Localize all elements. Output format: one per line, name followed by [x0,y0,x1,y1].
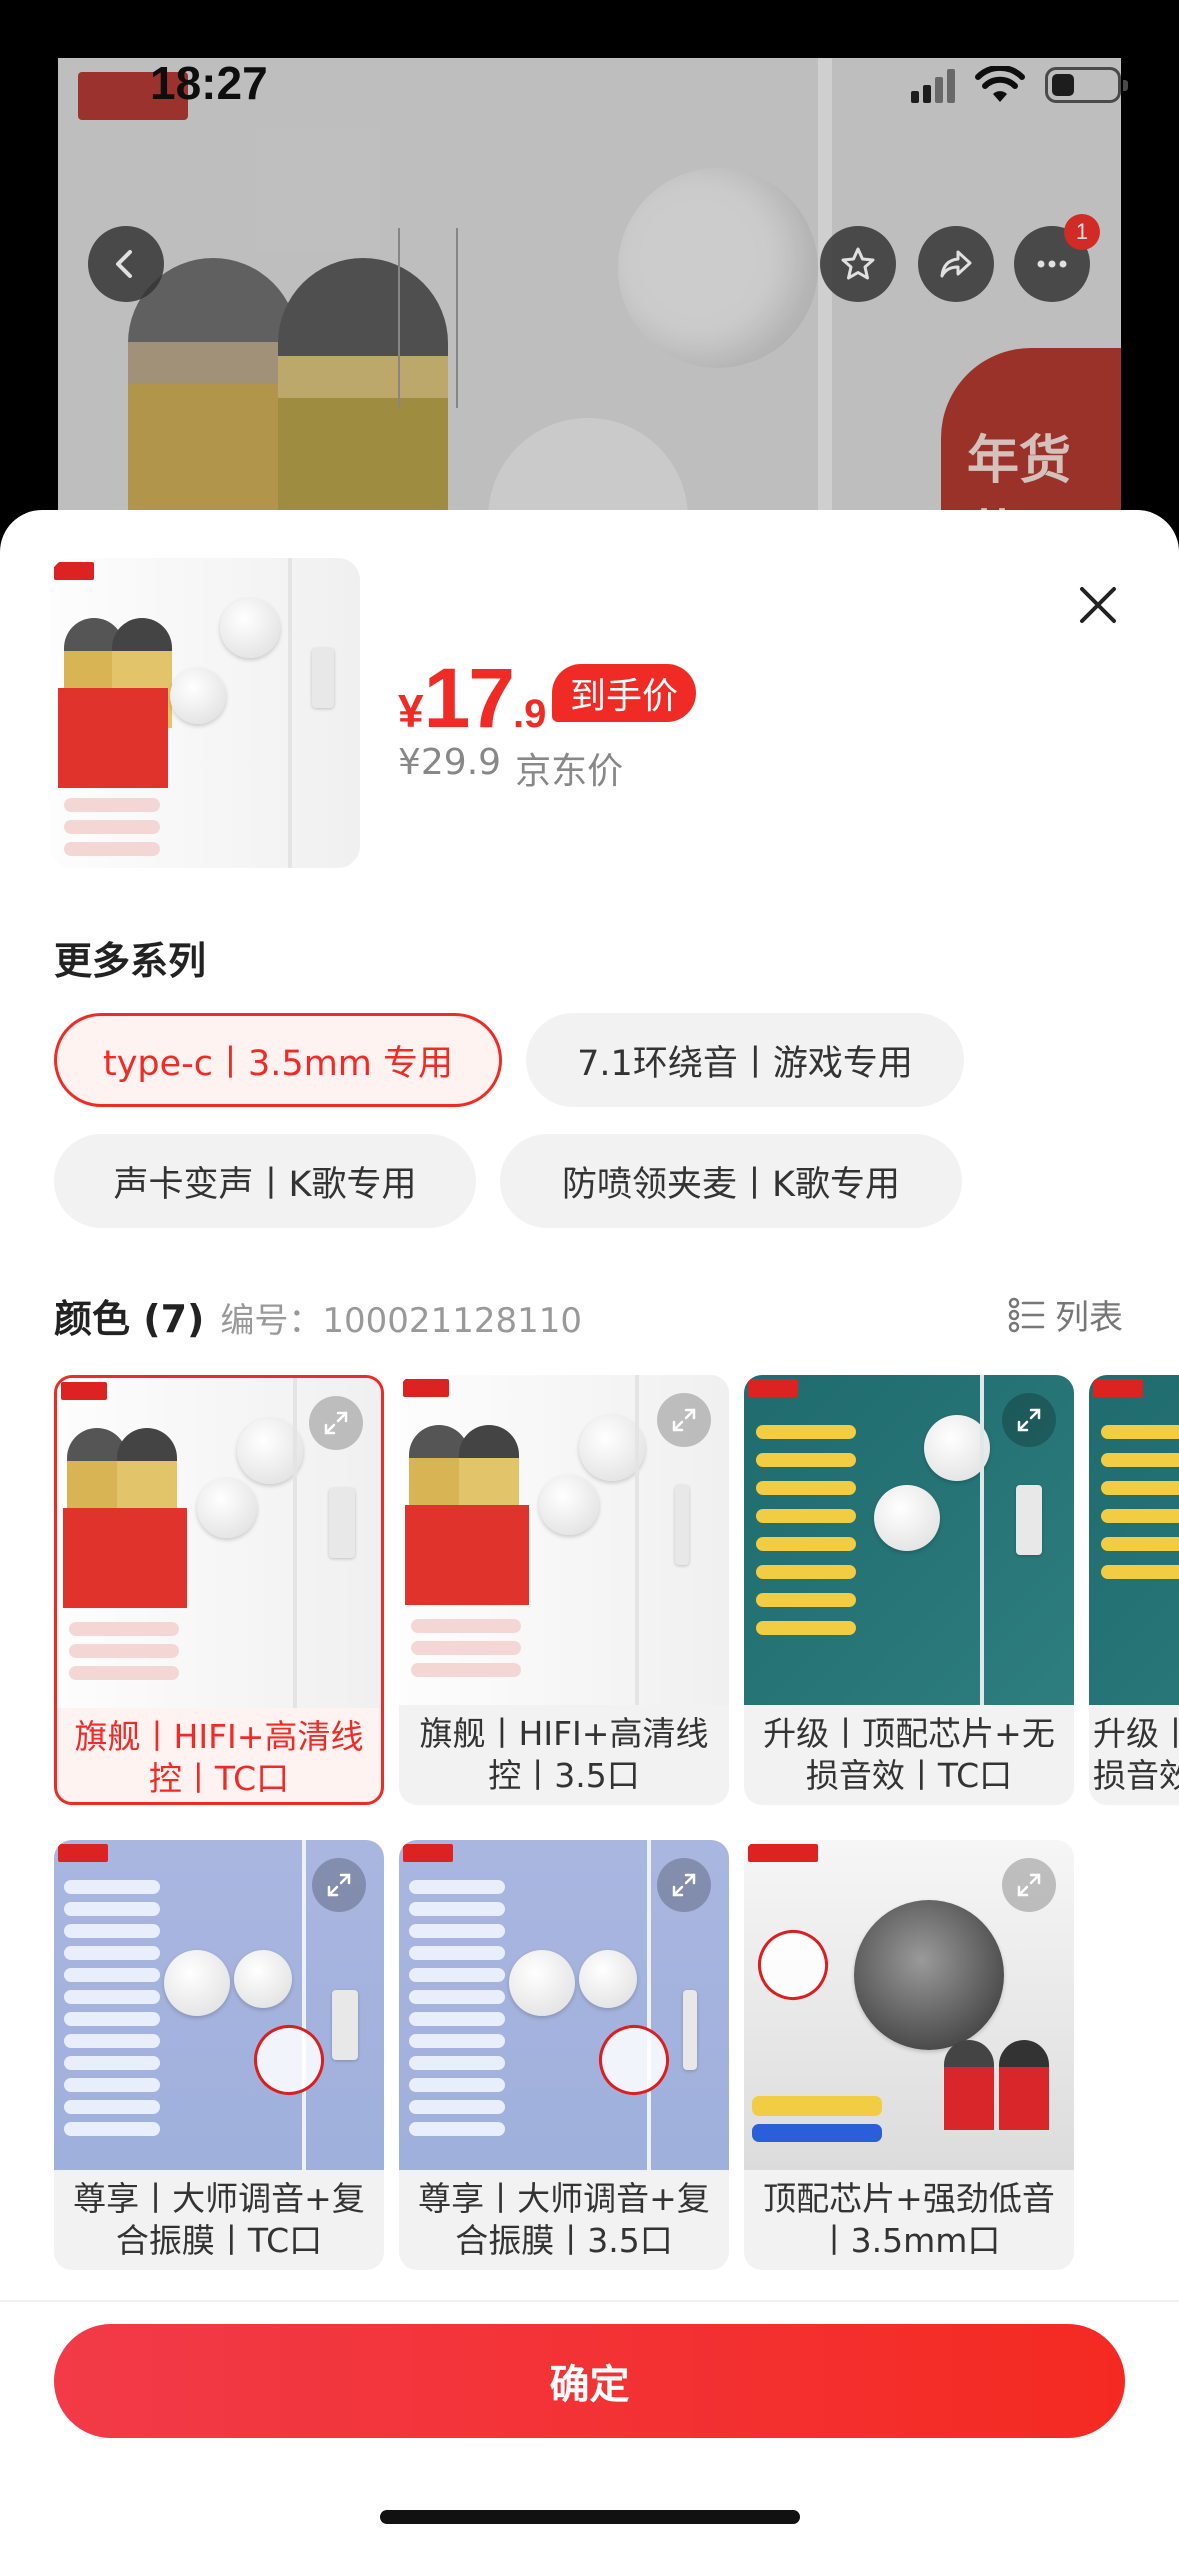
brand-logo [54,562,94,580]
color-option-card[interactable]: 旗舰丨HIFI+高清线控丨TC口 [54,1375,384,1805]
status-icons [911,66,1128,104]
series-chip-voice-changer[interactable]: 声卡变声丨K歌专用 [54,1134,476,1228]
color-option-image [399,1840,729,2170]
final-price-tag: 到手价 [552,664,697,722]
hero-vertical-text [398,228,458,408]
product-thumbnail[interactable] [50,558,360,868]
more-dots-icon [1037,260,1067,268]
free-shipping-stamp [748,1920,838,2010]
free-shipping-stamp [589,2015,679,2105]
close-icon[interactable] [1073,580,1123,630]
color-option-card[interactable]: 升级丨顶配芯片+无损音效丨TC口 [744,1375,1074,1805]
expand-icon[interactable] [309,1396,363,1450]
chevron-left-icon [116,250,132,278]
festival-badge: 年货节 [941,348,1121,528]
more-button[interactable]: 1 [1014,214,1100,302]
color-option-label: 升级丨顶配芯片+无损音效丨3.5口 [1093,1714,1179,1795]
color-option-label: 升级丨顶配芯片+无损音效丨TC口 [763,1714,1055,1795]
color-option-card[interactable]: 尊享丨大师调音+复合振膜丨3.5口 [399,1840,729,2270]
expand-icon[interactable] [657,1393,711,1447]
expand-icon[interactable] [1002,1858,1056,1912]
status-time: 18:27 [150,57,268,109]
color-option-card[interactable]: 顶配芯片+强劲低音丨3.5mm口 [744,1840,1074,2270]
list-icon [1008,1297,1045,1332]
brand-logo [748,1844,818,1862]
wifi-icon [975,66,1025,102]
color-option-image [54,1840,384,2170]
color-option-label: 顶配芯片+强劲低音丨3.5mm口 [763,2179,1055,2260]
free-shipping-stamp [244,2015,334,2105]
color-header: 颜色 (7) 编号：100021128110 [54,1288,582,1343]
series-chip-typec[interactable]: type-c丨3.5mm 专用 [54,1013,502,1107]
final-price: ¥ 17 .9 [398,651,547,745]
earbud-image [618,168,818,368]
endorser-photo [128,258,298,528]
series-chip-gaming[interactable]: 7.1环绕音丨游戏专用 [526,1013,964,1107]
usb-c-plug [312,648,334,708]
color-option-card[interactable]: 升级丨顶配芯片+无损音效丨3.5口 [1089,1375,1179,1805]
color-option-card[interactable]: 旗舰丨HIFI+高清线控丨3.5口 [399,1375,729,1805]
color-option-image [399,1375,729,1705]
favorite-button[interactable] [820,226,896,302]
confirm-button[interactable]: 确定 [54,2324,1125,2438]
expand-icon[interactable] [312,1858,366,1912]
battery-icon [1045,67,1128,103]
color-option-label: 旗舰丨HIFI+高清线控丨TC口 [74,1717,364,1798]
color-option-label: 尊享丨大师调音+复合振膜丨TC口 [73,2179,365,2260]
color-option-label: 尊享丨大师调音+复合振膜丨3.5口 [418,2179,710,2260]
promo-panel [58,688,168,788]
divider [0,2300,1179,2302]
color-option-image [744,1840,1074,2170]
expand-icon[interactable] [1002,1393,1056,1447]
share-button[interactable] [918,226,994,302]
color-option-image [1089,1375,1179,1705]
earbud-image [220,598,280,658]
list-view-toggle[interactable]: 列表 [1007,1290,1123,1339]
earbud-image [170,668,226,724]
product-page-background: 年货节 18:27 1 [0,0,1179,540]
sku-selection-sheet: ¥ 17 .9 到手价 ¥29.9 京东价 更多系列 type-c丨3.5mm … [0,510,1179,2556]
back-button[interactable] [88,226,164,302]
brand-logo [403,1379,449,1397]
star-icon [841,247,875,280]
sku-number: 编号：100021128110 [220,1301,582,1341]
share-icon [940,250,972,278]
in-ear-monitor-image [854,1900,1004,2050]
cellular-signal-icon [911,67,955,103]
home-indicator[interactable] [380,2510,800,2524]
notification-badge: 1 [1064,214,1100,250]
expand-icon[interactable] [657,1858,711,1912]
color-option-card[interactable]: 尊享丨大师调音+复合振膜丨TC口 [54,1840,384,2270]
color-title: 颜色 (7) [54,1297,205,1341]
color-option-label: 旗舰丨HIFI+高清线控丨3.5口 [419,1714,709,1795]
brand-logo [61,1382,107,1400]
color-option-image [57,1378,381,1708]
original-price: ¥29.9 京东价 [398,742,624,792]
color-option-image [744,1375,1074,1705]
series-title: 更多系列 [54,939,207,983]
cable-image [818,58,832,528]
series-chip-lavalier[interactable]: 防喷领夹麦丨K歌专用 [500,1134,962,1228]
